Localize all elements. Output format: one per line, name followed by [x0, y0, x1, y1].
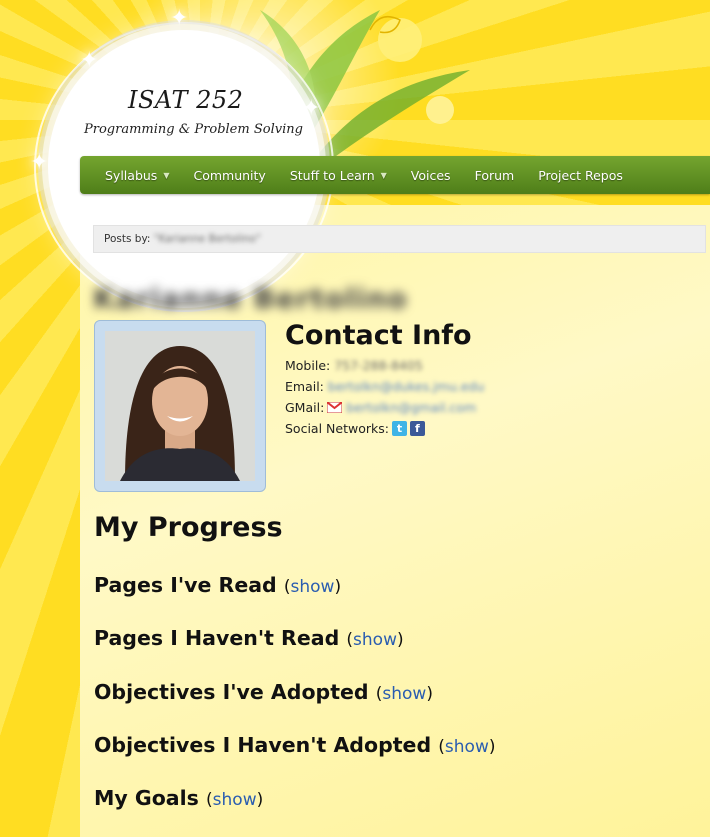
nav-item-label: Community: [193, 167, 266, 183]
section-label: My Goals: [94, 786, 199, 810]
show-link[interactable]: show: [291, 577, 335, 597]
contact-mobile-row: Mobile: 757-288-8405: [285, 358, 423, 373]
show-link[interactable]: show: [353, 630, 397, 650]
social-label: Social Networks:: [285, 421, 389, 436]
progress-section-pages-not-read: Pages I Haven't Read (show): [94, 626, 404, 650]
facebook-icon[interactable]: f: [409, 421, 425, 436]
contact-social-row: Social Networks: t f: [285, 421, 425, 436]
gmail-value[interactable]: bertolkn@gmail.com: [346, 400, 476, 415]
breadcrumb-value: "Karianne Bertolino": [153, 233, 261, 245]
gmail-label: GMail:: [285, 400, 325, 415]
twitter-icon[interactable]: t: [391, 421, 407, 436]
progress-section-pages-read: Pages I've Read (show): [94, 573, 342, 597]
contact-gmail-row: GMail: bertolkn@gmail.com: [285, 400, 476, 415]
caret-down-icon: ▼: [380, 170, 387, 180]
section-label: Objectives I Haven't Adopted: [94, 733, 432, 757]
nav-item-community[interactable]: Community: [193, 168, 265, 183]
email-label: Email:: [285, 379, 324, 394]
sparkle-icon: ✦: [170, 6, 189, 31]
progress-section-my-goals: My Goals (show): [94, 786, 264, 810]
nav-item-label: Project Repos: [538, 167, 623, 183]
breadcrumb: Posts by: "Karianne Bertolino": [93, 225, 706, 253]
nav-item-label: Forum: [474, 167, 515, 183]
nav-item-syllabus[interactable]: Syllabus ▼: [105, 168, 169, 183]
section-label: Pages I've Read: [94, 573, 277, 597]
nav-item-label: Syllabus: [105, 167, 158, 183]
site-subtitle: Programming & Problem Solving: [84, 122, 303, 137]
main-nav: Syllabus ▼ Community Stuff to Learn ▼ Vo…: [80, 156, 710, 194]
nav-item-label: Voices: [410, 167, 451, 183]
mobile-label: Mobile:: [285, 358, 331, 373]
contact-info-title: Contact Info: [285, 320, 472, 351]
show-link[interactable]: show: [213, 790, 257, 810]
email-value[interactable]: bertolkn@dukes.jmu.edu: [328, 379, 484, 394]
sparkle-icon: ✦: [302, 96, 321, 121]
my-progress-heading: My Progress: [94, 512, 283, 543]
nav-item-stuff-to-learn[interactable]: Stuff to Learn ▼: [290, 168, 387, 183]
gmail-icon: [327, 402, 343, 413]
section-label: Pages I Haven't Read: [94, 626, 340, 650]
section-label: Objectives I've Adopted: [94, 680, 369, 704]
profile-name: Karianne Bertolino: [93, 282, 408, 315]
contact-email-row: Email: bertolkn@dukes.jmu.edu: [285, 379, 484, 394]
progress-section-objectives-not-adopted: Objectives I Haven't Adopted (show): [94, 733, 496, 757]
show-link[interactable]: show: [382, 684, 426, 704]
nav-item-project-repos[interactable]: Project Repos: [538, 168, 623, 183]
nav-item-voices[interactable]: Voices: [411, 168, 451, 183]
site-title[interactable]: ISAT 252: [128, 86, 243, 114]
caret-down-icon: ▼: [163, 170, 170, 180]
profile-photo-frame: [94, 320, 266, 492]
profile-photo: [105, 331, 255, 481]
sparkle-icon: ✦: [80, 48, 99, 73]
nav-item-forum[interactable]: Forum: [475, 168, 515, 183]
sparkle-icon: ✦: [30, 150, 49, 175]
progress-section-objectives-adopted: Objectives I've Adopted (show): [94, 680, 433, 704]
show-link[interactable]: show: [445, 737, 489, 757]
breadcrumb-prefix: Posts by:: [104, 233, 151, 245]
mobile-value: 757-288-8405: [334, 358, 423, 373]
nav-item-label: Stuff to Learn: [289, 167, 375, 183]
